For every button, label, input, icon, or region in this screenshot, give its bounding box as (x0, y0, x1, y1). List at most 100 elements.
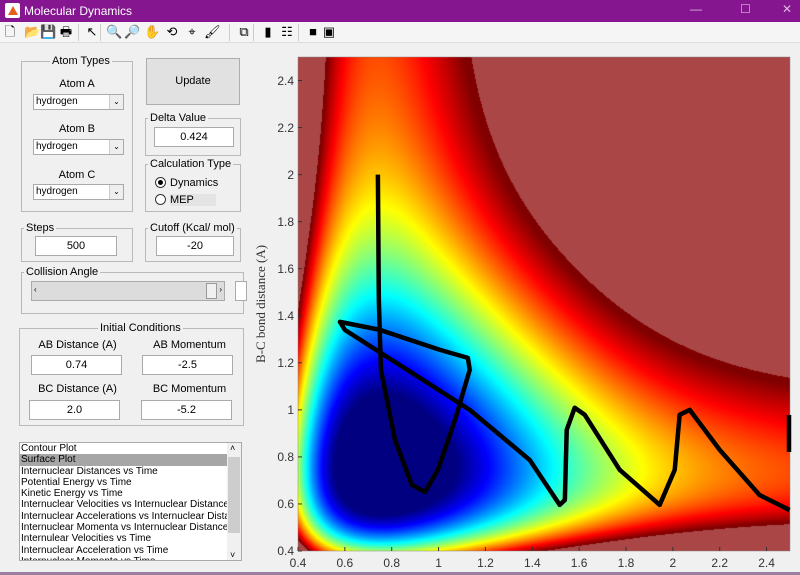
x-tick-label: 2.4 (758, 556, 775, 570)
plot-list-item[interactable]: Internuclear Momenta vs Internuclear Dis… (20, 522, 228, 533)
collision-angle-label: Collision Angle (24, 266, 101, 278)
plot-list-item[interactable]: Internuclear Momenta vs Time (20, 556, 228, 560)
plot-list-item[interactable]: Internuclear Velocities vs Internuclear … (20, 499, 229, 510)
calculation-type-label: Calculation Type (148, 158, 234, 170)
y-tick-label: 1.2 (277, 355, 294, 370)
atom-a-select[interactable]: hydrogen ⌄ (33, 94, 124, 110)
steps-input[interactable]: 500 (35, 236, 117, 256)
chevron-down-icon: ⌄ (109, 185, 123, 199)
delta-value-input[interactable]: 0.424 (154, 127, 234, 147)
update-button[interactable]: Update (146, 58, 240, 105)
plot-list-item[interactable]: Potential Energy vs Time (20, 477, 228, 488)
plot-list-item[interactable]: Internulear Velocities vs Time (20, 533, 228, 544)
y-tick-label: 2.2 (277, 120, 294, 135)
slider-thumb[interactable] (206, 283, 218, 299)
data-cursor-icon[interactable]: ⌖ (184, 24, 200, 40)
y-tick-label: 1.6 (277, 261, 294, 276)
y-tick-label: 0.8 (277, 449, 294, 464)
save-icon[interactable]: 💾 (40, 24, 56, 40)
x-tick-label: 1.4 (523, 556, 541, 570)
atom-c-label: Atom C (58, 169, 96, 181)
print-icon[interactable]: 🖶 (58, 24, 74, 40)
x-tick-label: 2 (669, 556, 677, 570)
toolbar: 🗋 📂 💾 🖶 ↖ 🔍 🔎 ✋ ⟲ ⌖ 🖌 ⧉ ▮ ☷ ■ ▣ (0, 22, 800, 43)
plot-list-item[interactable]: Contour Plot (20, 443, 228, 454)
atom-a-label: Atom A (59, 78, 95, 90)
zoom-in-icon[interactable]: 🔍 (106, 24, 122, 40)
link-plot-icon[interactable]: ⧉ (236, 24, 252, 40)
bc-distance-label: BC Distance (A) (38, 383, 117, 395)
open-folder-icon[interactable]: 📂 (24, 24, 40, 40)
calculation-type-group: Calculation Type Dynamics MEP (145, 158, 241, 212)
ab-momentum-label: AB Momentum (153, 339, 226, 351)
scroll-up-icon[interactable]: ˄ (230, 443, 235, 453)
zoom-out-icon[interactable]: 🔎 (124, 24, 140, 40)
collision-angle-slider[interactable]: ‹ › (31, 281, 225, 301)
show-plot-tools-icon[interactable]: ▣ (321, 24, 337, 40)
brush-icon[interactable]: 🖌 (204, 24, 221, 40)
plot-list-item[interactable]: Internuclear Distances vs Time (20, 466, 228, 477)
collision-angle-group: Collision Angle ‹ › (21, 266, 247, 314)
y-tick-label: 1.4 (277, 308, 294, 323)
ab-distance-label: AB Distance (A) (38, 339, 117, 351)
scroll-down-icon[interactable]: ˅ (230, 550, 235, 560)
cutoff-label: Cutoff (Kcal/ mol) (148, 222, 237, 234)
plot-list-item[interactable]: Surface Plot (20, 454, 228, 466)
minimize-button[interactable]: — (690, 2, 702, 16)
toolbar-separator (100, 24, 101, 41)
x-tick-label: 0.8 (383, 556, 401, 570)
toolbar-separator (298, 24, 299, 41)
y-tick-label: 2.4 (277, 73, 294, 88)
bc-momentum-input[interactable]: -5.2 (141, 400, 232, 420)
pointer-icon[interactable]: ↖ (84, 24, 100, 40)
chevron-down-icon: ⌄ (109, 140, 123, 154)
atom-b-select[interactable]: hydrogen ⌄ (33, 139, 124, 155)
listbox-scrollbar[interactable]: ˄ ˅ (227, 443, 241, 560)
y-tick-label: 1.8 (277, 214, 294, 229)
toolbar-separator (229, 24, 230, 41)
collision-angle-input[interactable] (235, 281, 247, 301)
scrollbar-thumb[interactable] (228, 457, 240, 533)
initial-conditions-group: Initial Conditions AB Distance (A) 0.74 … (19, 322, 244, 426)
hide-plot-tools-icon[interactable]: ■ (305, 24, 321, 40)
mep-radio[interactable] (155, 194, 166, 205)
delta-value-label: Delta Value (148, 112, 209, 124)
y-tick-label: 2 (287, 167, 294, 182)
cutoff-input[interactable]: -20 (156, 236, 234, 256)
x-tick-label: 1.6 (570, 556, 588, 570)
y-tick-label: 0.4 (277, 544, 294, 558)
y-tick-label: 0.6 (277, 496, 294, 511)
matlab-logo-icon (5, 3, 20, 18)
toolbar-separator (78, 24, 79, 41)
atom-c-select[interactable]: hydrogen ⌄ (33, 184, 124, 200)
atom-c-value: hydrogen (36, 186, 78, 197)
rotate-3d-icon[interactable]: ⟲ (164, 24, 180, 40)
chevron-down-icon: ⌄ (109, 95, 123, 109)
bc-distance-input[interactable]: 2.0 (29, 400, 120, 420)
plot-list-item[interactable]: Internuclear Accelerations vs Internucle… (20, 511, 241, 522)
x-tick-label: 1.2 (477, 556, 494, 570)
dynamics-radio[interactable] (155, 177, 166, 188)
maximize-button[interactable]: ☐ (740, 2, 751, 16)
atom-b-label: Atom B (58, 123, 96, 135)
close-button[interactable]: ✕ (782, 2, 792, 16)
plot-list-item[interactable]: Kinetic Energy vs Time (20, 488, 228, 499)
colorbar-icon[interactable]: ▮ (260, 24, 276, 40)
potential-surface-heatmap[interactable] (298, 57, 790, 551)
toolbar-separator (253, 24, 254, 41)
pan-icon[interactable]: ✋ (144, 24, 160, 40)
legend-icon[interactable]: ☷ (279, 24, 295, 40)
y-axis-label: B-C bond distance (A) (253, 244, 268, 364)
ab-momentum-input[interactable]: -2.5 (142, 355, 233, 375)
x-tick-label: 0.6 (336, 556, 354, 570)
plot-type-listbox[interactable]: Contour Plot Surface Plot Internuclear Dis… (19, 442, 242, 561)
x-tick-label: 2.2 (711, 556, 729, 570)
title-bar: Molecular Dynamics — ☐ ✕ (0, 0, 800, 22)
slider-left-arrow-icon[interactable]: ‹ (34, 285, 37, 294)
slider-right-arrow-icon[interactable]: › (219, 285, 222, 294)
ab-distance-input[interactable]: 0.74 (31, 355, 122, 375)
steps-group: Steps 500 (21, 222, 133, 262)
dynamics-label: Dynamics (170, 177, 219, 189)
plot-list-item[interactable]: Internuclear Acceleration vs Time (20, 545, 228, 556)
new-file-icon[interactable]: 🗋 (2, 24, 18, 40)
